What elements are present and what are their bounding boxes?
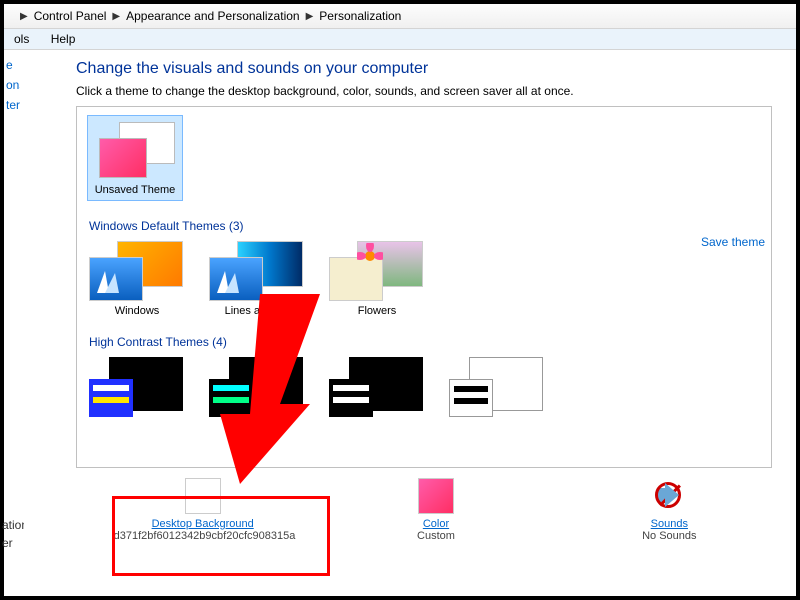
bottom-settings: Desktop Background d371f2bf6012342b9cbf2… (76, 468, 796, 552)
color-label[interactable]: Color (423, 518, 449, 530)
chevron-right-icon: ▶ (20, 11, 28, 22)
save-theme-link[interactable]: Save theme (701, 235, 765, 249)
sounds-icon (651, 478, 687, 514)
menubar: ols Help (4, 29, 796, 50)
sidebar: e ons ters ation er (4, 50, 20, 592)
page-subtitle: Click a theme to change the desktop back… (76, 84, 796, 98)
color-sub: Custom (347, 530, 525, 542)
desktop-background-label[interactable]: Desktop Background (152, 518, 254, 530)
section-default-label: Windows Default Themes (3) (89, 219, 761, 233)
sounds-sub: No Sounds (580, 530, 758, 542)
theme-hc2[interactable] (209, 357, 305, 421)
theme-label: Unsaved Theme (94, 184, 176, 196)
theme-lines[interactable]: Lines and col (209, 241, 305, 317)
theme-windows[interactable]: Windows (89, 241, 185, 317)
sounds-label[interactable]: Sounds (651, 518, 688, 530)
sounds-link[interactable]: Sounds No Sounds (574, 474, 764, 552)
sidebar-link[interactable]: ters (6, 98, 18, 112)
page-title: Change the visuals and sounds on your co… (76, 60, 796, 78)
crumb-control-panel[interactable]: Control Panel (34, 9, 107, 23)
bg-preview-icon (185, 478, 221, 514)
theme-hc1[interactable] (89, 357, 185, 421)
theme-label: Windows (89, 305, 185, 317)
theme-flowers[interactable]: Flowers (329, 241, 425, 317)
breadcrumb[interactable]: ▶ Control Panel ▶ Appearance and Persona… (4, 4, 796, 29)
theme-unsaved[interactable]: Unsaved Theme (87, 115, 183, 201)
sidebar-link[interactable]: e (6, 58, 18, 72)
main-content: Change the visuals and sounds on your co… (20, 50, 796, 592)
flower-icon (357, 243, 383, 269)
seealso-link[interactable]: er (4, 536, 20, 550)
themes-container: Unsaved Theme Save theme Windows Default… (76, 106, 772, 468)
theme-hc-white[interactable] (449, 357, 545, 421)
crumb-personalization[interactable]: Personalization (319, 9, 401, 23)
fan-icon (215, 267, 245, 295)
theme-label: Flowers (329, 305, 425, 317)
seealso-link[interactable]: ation (4, 518, 20, 532)
chevron-right-icon: ▶ (306, 11, 314, 22)
theme-label: Lines and col (209, 305, 305, 317)
theme-hc-black[interactable] (329, 357, 425, 421)
section-hc-label: High Contrast Themes (4) (89, 335, 761, 349)
color-swatch-icon (418, 478, 454, 514)
chevron-right-icon: ▶ (112, 11, 120, 22)
theme-preview-front (99, 138, 147, 178)
menu-tools[interactable]: ols (14, 32, 29, 46)
desktop-background-link[interactable]: Desktop Background d371f2bf6012342b9cbf2… (108, 474, 298, 552)
crumb-appearance[interactable]: Appearance and Personalization (126, 9, 299, 23)
sidebar-link[interactable]: ons (6, 78, 18, 92)
menu-help[interactable]: Help (51, 32, 76, 46)
color-link[interactable]: Color Custom (341, 474, 531, 552)
fan-icon (95, 267, 125, 295)
desktop-background-sub: d371f2bf6012342b9cbf20cfc908315a (114, 530, 292, 542)
